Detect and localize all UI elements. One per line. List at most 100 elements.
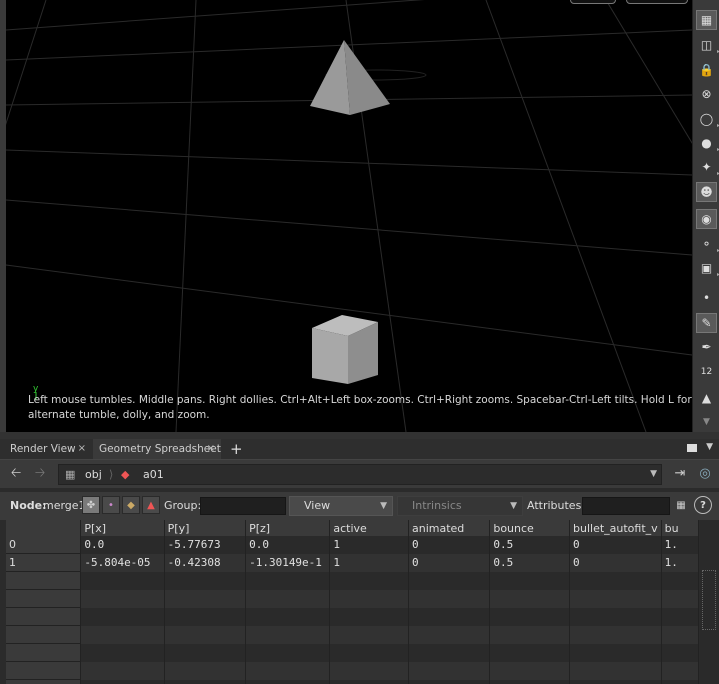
scrollbar-thumb[interactable] (702, 570, 716, 630)
vertical-scrollbar[interactable] (700, 520, 719, 684)
empty-row (6, 679, 699, 684)
empty-row (6, 625, 699, 644)
node-label: Node: (10, 499, 47, 512)
shaded-icon[interactable]: ◉ (696, 209, 717, 229)
column-header[interactable]: bounce (489, 520, 570, 536)
intrinsics-dropdown[interactable]: Intrinsics ▼ (397, 496, 523, 516)
table-cell: 1 (329, 536, 409, 554)
table-cell: 1. (661, 536, 699, 554)
point-icon[interactable]: • (696, 288, 717, 308)
number-icon[interactable]: 12 (696, 362, 717, 382)
detail-mode-icon[interactable]: ▲ (142, 496, 160, 514)
empty-row (6, 643, 699, 662)
eraser-icon[interactable]: ▲ (696, 388, 717, 408)
path-segment-a01[interactable]: a01 (143, 465, 164, 484)
close-icon[interactable]: × (78, 439, 86, 459)
column-header[interactable] (6, 520, 82, 536)
table-cell: -5.77673 (164, 536, 247, 554)
group-label: Group: (164, 499, 202, 512)
obj-network-icon: ▦ (65, 468, 76, 481)
viewport-hint: Left mouse tumbles. Middle pans. Right d… (28, 394, 692, 421)
group-field[interactable] (200, 497, 286, 515)
table-cell: 0 (408, 553, 491, 572)
add-tab-button[interactable]: + (224, 439, 244, 459)
table-cell: -0.42308 (164, 553, 247, 572)
tab-render-view[interactable]: Render View × (4, 439, 92, 459)
chevron-down-icon[interactable]: ▼ (706, 442, 713, 452)
table-cell: 0.5 (489, 536, 570, 554)
chevron-down-icon[interactable]: ▼ (650, 465, 657, 484)
close-circle-icon[interactable]: ⊗ (696, 84, 717, 104)
pane-splitter[interactable] (0, 432, 719, 439)
attributes-field[interactable] (582, 497, 670, 515)
primitives-mode-icon[interactable]: ◆ (122, 496, 140, 514)
column-header[interactable]: P[x] (80, 520, 165, 536)
down-arrow-icon[interactable]: ▼ (696, 412, 717, 432)
geometry-spreadsheet[interactable]: P[x] P[y] P[z] active animated bounce bu… (6, 520, 699, 684)
forward-arrow-icon[interactable]: 🡢 (32, 466, 48, 482)
header-row: P[x] P[y] P[z] active animated bounce bu… (6, 520, 699, 536)
pin-icon[interactable]: ⇥ (672, 466, 688, 482)
table-cell: 0.0 (245, 536, 331, 554)
node-value[interactable]: merge1 (43, 499, 86, 512)
row-index: 0 (6, 536, 82, 554)
brush-icon[interactable]: ✎ (696, 313, 717, 333)
table-cell: 1. (661, 553, 699, 572)
path-bar: 🡠 🡢 ▦ obj ⟩ ◆ a01 ▼ ⇥ ◎ (0, 460, 719, 488)
viewport-top-button-2[interactable] (626, 0, 688, 4)
table-row[interactable]: 0 0.0 -5.77673 0.0 1 0 0.5 0 1. (6, 536, 699, 554)
cube-object (312, 315, 378, 384)
table-cell: 0 (569, 553, 662, 572)
geometry-node-icon: ◆ (121, 468, 130, 481)
snapshot-icon[interactable]: ◫ ▸ (696, 35, 719, 55)
viewport-toolbar: ▦ ◫ ▸ 🔒 ⊗ ◯ ▸ ● ▸ ✦ ▸ ☻ ◉ ⚬ ▸ ▣ ▸ • ✎ ✒ 12 ▲ ▼ (692, 0, 719, 432)
camera-icon[interactable]: ⚬ ▸ (696, 234, 719, 254)
pyramid-object (310, 40, 390, 115)
light-icon[interactable]: ● ▸ (696, 133, 719, 153)
scene-viewport[interactable]: y Left mouse tumbles. Middle pans. Right… (0, 0, 692, 432)
column-header[interactable]: active (329, 520, 409, 536)
spreadsheet-table: P[x] P[y] P[z] active animated bounce bu… (6, 520, 699, 684)
table-cell: 0.5 (489, 553, 570, 572)
column-header[interactable]: animated (408, 520, 491, 536)
view-dropdown[interactable]: View ▼ (289, 496, 393, 516)
column-header[interactable]: P[y] (164, 520, 247, 536)
show-handle-icon[interactable]: ▦ (696, 10, 717, 30)
link-icon[interactable]: ◎ (697, 466, 713, 482)
column-header[interactable]: bu (661, 520, 699, 536)
tab-geometry-spreadsheet[interactable]: Geometry Spreadsheet × (93, 439, 221, 459)
empty-row (6, 607, 699, 626)
viewport-grid (6, 0, 692, 432)
column-header[interactable]: P[z] (245, 520, 331, 536)
pen-icon[interactable]: ✒ (696, 337, 717, 357)
light-add-icon[interactable]: ✦ ▸ (696, 157, 719, 177)
table-cell: -5.804e-05 (80, 553, 165, 572)
table-cell: 0 (408, 536, 491, 554)
table-row[interactable]: 1 -5.804e-05 -0.42308 -1.30149e-1 1 0 0.… (6, 553, 699, 572)
column-header[interactable]: bullet_autofit_v (569, 520, 662, 536)
display-mode-icon[interactable]: ☻ (696, 182, 717, 202)
empty-row (6, 589, 699, 608)
empty-row (6, 661, 699, 680)
help-icon[interactable]: ? (694, 496, 712, 514)
close-icon[interactable]: × (207, 439, 215, 459)
camera-capture-icon[interactable]: ▣ ▸ (696, 258, 719, 278)
table-cell: 0.0 (80, 536, 165, 554)
tab-bar: Render View × Geometry Spreadsheet × + ▼ (0, 439, 719, 460)
spreadsheet-options-bar: Node: merge1 ✤ • ◆ ▲ Group: View ▼ Intrin… (0, 492, 719, 520)
back-arrow-icon[interactable]: 🡠 (8, 466, 24, 482)
row-index: 1 (6, 553, 82, 572)
path-field[interactable]: ▦ obj ⟩ ◆ a01 ▼ (58, 464, 662, 485)
path-separator-icon: ⟩ (109, 468, 114, 481)
vertices-mode-icon[interactable]: • (102, 496, 120, 514)
points-mode-icon[interactable]: ✤ (82, 496, 100, 514)
attributes-label: Attributes: (527, 499, 586, 512)
viewport-top-button[interactable] (570, 0, 616, 4)
table-cell: 1 (329, 553, 409, 572)
pane-menu-icon[interactable] (687, 444, 697, 452)
path-segment-obj[interactable]: obj (85, 465, 102, 484)
lock-icon[interactable]: 🔒 (696, 60, 717, 80)
empty-row (6, 571, 699, 590)
filter-icon[interactable]: ▦ (672, 496, 690, 514)
light-bulb-icon[interactable]: ◯ ▸ (696, 109, 719, 129)
